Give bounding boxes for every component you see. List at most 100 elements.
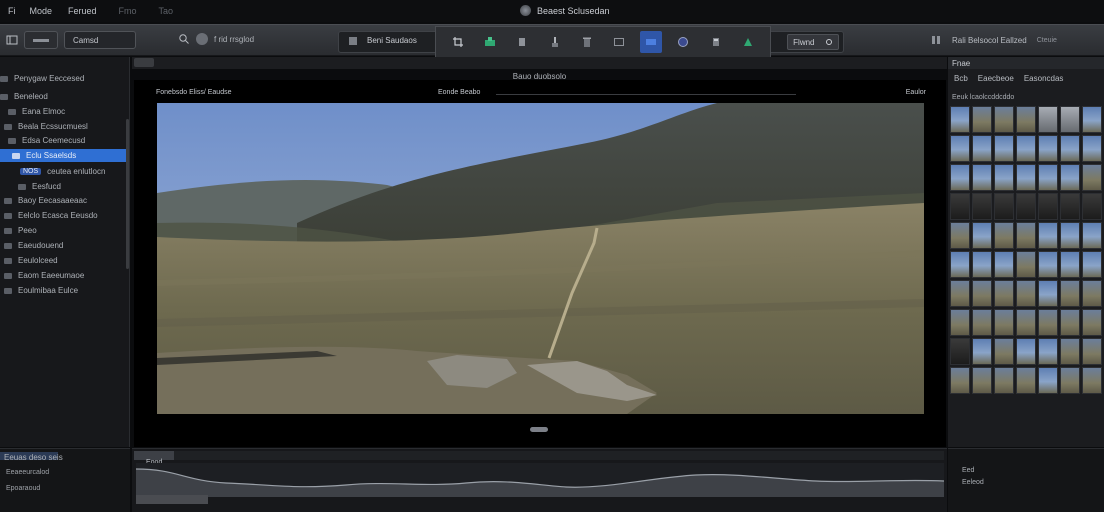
photo-thumbnail[interactable] <box>994 309 1014 336</box>
photo-thumbnail[interactable] <box>994 135 1014 162</box>
sidebar-item[interactable]: Edsa Ceemecusd <box>0 134 128 147</box>
sidebar-item[interactable]: Eaom Eaeeumaoe <box>0 269 128 282</box>
tool-crop[interactable] <box>447 31 469 53</box>
photo-thumbnail[interactable] <box>1060 193 1080 220</box>
sidebar-toggle-icon[interactable] <box>6 34 18 46</box>
photo-thumbnail[interactable] <box>1016 309 1036 336</box>
photo-thumbnail[interactable] <box>1038 106 1058 133</box>
photo-thumbnail[interactable] <box>994 338 1014 365</box>
view-mode-box[interactable]: Flwnd <box>787 34 839 50</box>
photo-thumbnail[interactable] <box>972 309 992 336</box>
photo-thumbnail[interactable] <box>1082 135 1102 162</box>
photo-thumbnail[interactable] <box>994 193 1014 220</box>
browser-tab[interactable]: Bcb <box>954 74 968 83</box>
browser-tab[interactable]: Easoncdas <box>1024 74 1064 83</box>
photo-thumbnail[interactable] <box>972 193 992 220</box>
sidebar-item[interactable]: Eesfucd <box>0 180 128 193</box>
photo-thumbnail[interactable] <box>1082 309 1102 336</box>
photo-thumbnail[interactable] <box>1082 193 1102 220</box>
camera-button[interactable]: Camsd <box>64 31 136 49</box>
photo-thumbnail[interactable] <box>1082 222 1102 249</box>
landscape-photo[interactable] <box>157 103 924 414</box>
tool-enhance[interactable] <box>640 31 663 53</box>
photo-thumbnail[interactable] <box>1038 280 1058 307</box>
photo-thumbnail[interactable] <box>1038 135 1058 162</box>
sidebar-item[interactable]: Eaeudouend <box>0 239 128 252</box>
viewer-scroll-indicator[interactable] <box>530 427 548 432</box>
photo-thumbnail[interactable] <box>994 222 1014 249</box>
photo-thumbnail[interactable] <box>972 135 992 162</box>
photo-thumbnail[interactable] <box>950 193 970 220</box>
photo-thumbnail[interactable] <box>1016 280 1036 307</box>
timeline-waveform[interactable] <box>136 463 944 497</box>
photo-thumbnail[interactable] <box>950 222 970 249</box>
sidebar-item[interactable]: Beneleod <box>0 90 128 103</box>
sidebar-item[interactable]: NOS ceutea enlutlocn <box>0 165 128 178</box>
sidebar-scrollbar[interactable] <box>126 119 129 269</box>
browser-tab[interactable]: Eaecbeoe <box>978 74 1014 83</box>
photo-thumbnail[interactable] <box>1038 309 1058 336</box>
photo-thumbnail[interactable] <box>1060 164 1080 191</box>
menu-tools[interactable]: Tao <box>159 6 174 16</box>
sidebar-item[interactable]: Eeulolceed <box>0 254 128 267</box>
user-avatar[interactable] <box>196 33 208 45</box>
photo-thumbnail[interactable] <box>972 338 992 365</box>
photo-thumbnail[interactable] <box>972 164 992 191</box>
timeline[interactable]: Eood <box>132 448 947 512</box>
sidebar-item-selected[interactable]: Eclu Ssaelsds <box>0 149 128 162</box>
photo-thumbnail[interactable] <box>1082 367 1102 394</box>
tool-color[interactable] <box>672 31 694 53</box>
tool-adjust[interactable] <box>705 31 727 53</box>
photo-thumbnail[interactable] <box>1060 309 1080 336</box>
grid-icon[interactable] <box>930 34 942 46</box>
sidebar-item[interactable]: Eelclo Ecasca Eeusdo <box>0 209 128 222</box>
menu-view[interactable]: Ferued <box>68 6 97 16</box>
photo-thumbnail[interactable] <box>1016 164 1036 191</box>
photo-thumbnail[interactable] <box>1082 338 1102 365</box>
photo-thumbnail[interactable] <box>994 106 1014 133</box>
tool-levels[interactable] <box>479 31 501 53</box>
toolbar-right-text[interactable]: Rali Belsocol Eallzed <box>952 36 1027 45</box>
toolbar-right-extra[interactable]: Cteuie <box>1037 37 1057 44</box>
photo-thumbnail[interactable] <box>1060 106 1080 133</box>
photo-thumbnail[interactable] <box>1082 251 1102 278</box>
photo-thumbnail[interactable] <box>1060 367 1080 394</box>
photo-thumbnail[interactable] <box>950 367 970 394</box>
sidebar-item[interactable]: Baoy Eecasaaeaac <box>0 194 128 207</box>
photo-thumbnail[interactable] <box>994 367 1014 394</box>
sidebar-item[interactable]: Penygaw Eeccesed <box>0 72 128 85</box>
tool-print[interactable] <box>511 31 533 53</box>
photo-thumbnail[interactable] <box>994 280 1014 307</box>
photo-thumbnail[interactable] <box>1060 338 1080 365</box>
photo-thumbnail[interactable] <box>1038 193 1058 220</box>
menu-file[interactable]: Fi <box>8 6 16 16</box>
photo-thumbnail[interactable] <box>1082 106 1102 133</box>
menu-mode[interactable]: Mode <box>30 6 53 16</box>
sidebar-item[interactable]: Beala Ecssucmuesl <box>0 120 128 133</box>
photo-thumbnail[interactable] <box>1082 280 1102 307</box>
photo-thumbnail[interactable] <box>950 164 970 191</box>
photo-thumbnail[interactable] <box>1016 338 1036 365</box>
tool-retouch[interactable] <box>737 31 759 53</box>
photo-thumbnail[interactable] <box>1016 106 1036 133</box>
photo-thumbnail[interactable] <box>972 222 992 249</box>
photo-thumbnail[interactable] <box>1082 164 1102 191</box>
menu-format[interactable]: Fmo <box>119 6 137 16</box>
photo-thumbnail[interactable] <box>972 106 992 133</box>
photo-thumbnail[interactable] <box>1038 251 1058 278</box>
photo-thumbnail[interactable] <box>1016 367 1036 394</box>
photo-thumbnail[interactable] <box>972 367 992 394</box>
browser-panel-tab[interactable]: Fnae <box>952 59 970 68</box>
photo-thumbnail[interactable] <box>950 338 970 365</box>
photo-thumbnail[interactable] <box>972 251 992 278</box>
photo-thumbnail[interactable] <box>1016 193 1036 220</box>
photo-thumbnail[interactable] <box>1016 222 1036 249</box>
photo-thumbnail[interactable] <box>1016 135 1036 162</box>
photo-thumbnail[interactable] <box>1060 251 1080 278</box>
photo-thumbnail[interactable] <box>972 280 992 307</box>
photo-thumbnail[interactable] <box>950 251 970 278</box>
tool-frame[interactable] <box>608 31 630 53</box>
photo-thumbnail[interactable] <box>950 106 970 133</box>
photo-thumbnail[interactable] <box>1060 280 1080 307</box>
photo-thumbnail[interactable] <box>994 251 1014 278</box>
